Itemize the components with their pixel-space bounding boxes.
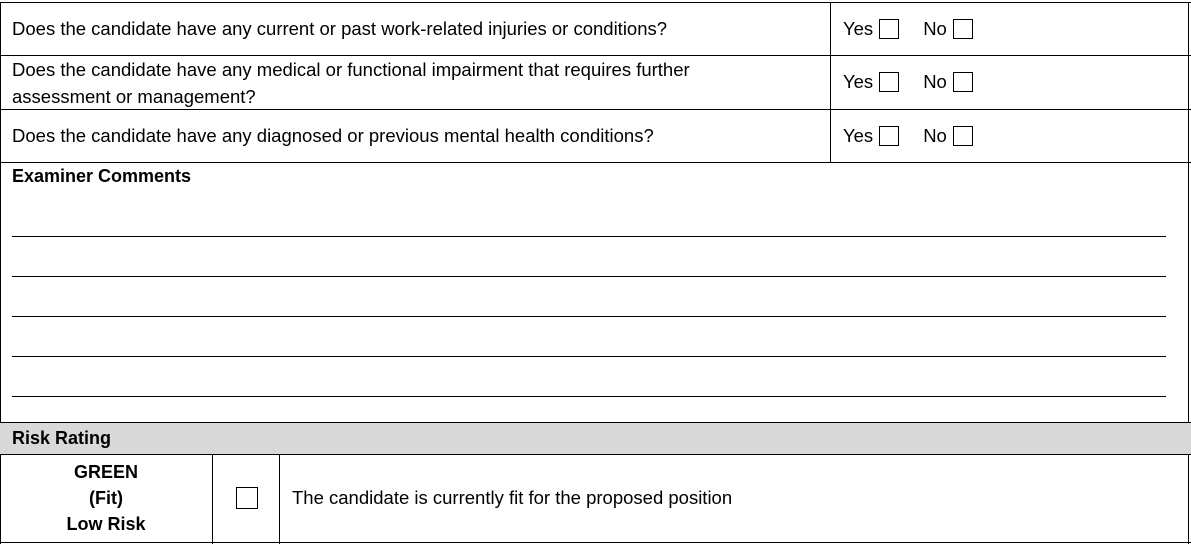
risk-rating-heading: Risk Rating: [12, 428, 112, 448]
risk-rating-header-band: [0, 423, 1191, 454]
question-3-yes-checkbox[interactable]: [879, 126, 900, 146]
medical-assessment-form: Does the candidate have any current or p…: [0, 0, 1191, 544]
risk-status-fit: (Fit): [89, 488, 123, 508]
question-3-yes-label: Yes: [843, 125, 874, 146]
question-1-yes-checkbox[interactable]: [879, 19, 900, 39]
risk-column-divider-2: [279, 455, 280, 544]
question-3-no-label: No: [923, 125, 947, 146]
row-divider-3: [0, 162, 1191, 163]
question-2-yes-checkbox[interactable]: [879, 72, 900, 92]
comment-line[interactable]: [12, 316, 1166, 317]
question-1-no-checkbox[interactable]: [952, 19, 973, 39]
question-2-answers: Yes No: [843, 70, 973, 94]
column-divider-answers: [830, 2, 831, 162]
border-right: [1188, 2, 1189, 544]
risk-level-green: GREEN: [73, 462, 138, 482]
question-2-no-label: No: [923, 71, 947, 92]
comment-line[interactable]: [12, 356, 1166, 357]
question-3-answers: Yes No: [843, 124, 973, 148]
comment-line[interactable]: [12, 396, 1166, 397]
question-1-no-label: No: [923, 18, 947, 39]
question-1-text: Does the candidate have any current or p…: [12, 18, 668, 39]
border-top: [0, 2, 1191, 3]
comment-line[interactable]: [12, 276, 1166, 277]
question-2-no-checkbox[interactable]: [952, 72, 973, 92]
question-1-yes-label: Yes: [843, 18, 874, 39]
question-2-text: Does the candidate have any medical or f…: [12, 59, 690, 107]
examiner-comments-heading: Examiner Comments: [12, 166, 192, 186]
question-3-no-checkbox[interactable]: [952, 126, 973, 146]
question-3-text: Does the candidate have any diagnosed or…: [12, 125, 654, 146]
question-1-answers: Yes No: [843, 17, 973, 41]
risk-green-checkbox[interactable]: [236, 487, 258, 509]
risk-green-description: The candidate is currently fit for the p…: [292, 487, 733, 508]
risk-level-low-risk: Low Risk: [66, 514, 146, 534]
risk-column-divider-1: [212, 455, 213, 544]
question-2-yes-label: Yes: [843, 71, 874, 92]
comment-line[interactable]: [12, 236, 1166, 237]
risk-rating-header-divider: [0, 454, 1191, 455]
risk-row-bottom-border: [0, 542, 1191, 543]
